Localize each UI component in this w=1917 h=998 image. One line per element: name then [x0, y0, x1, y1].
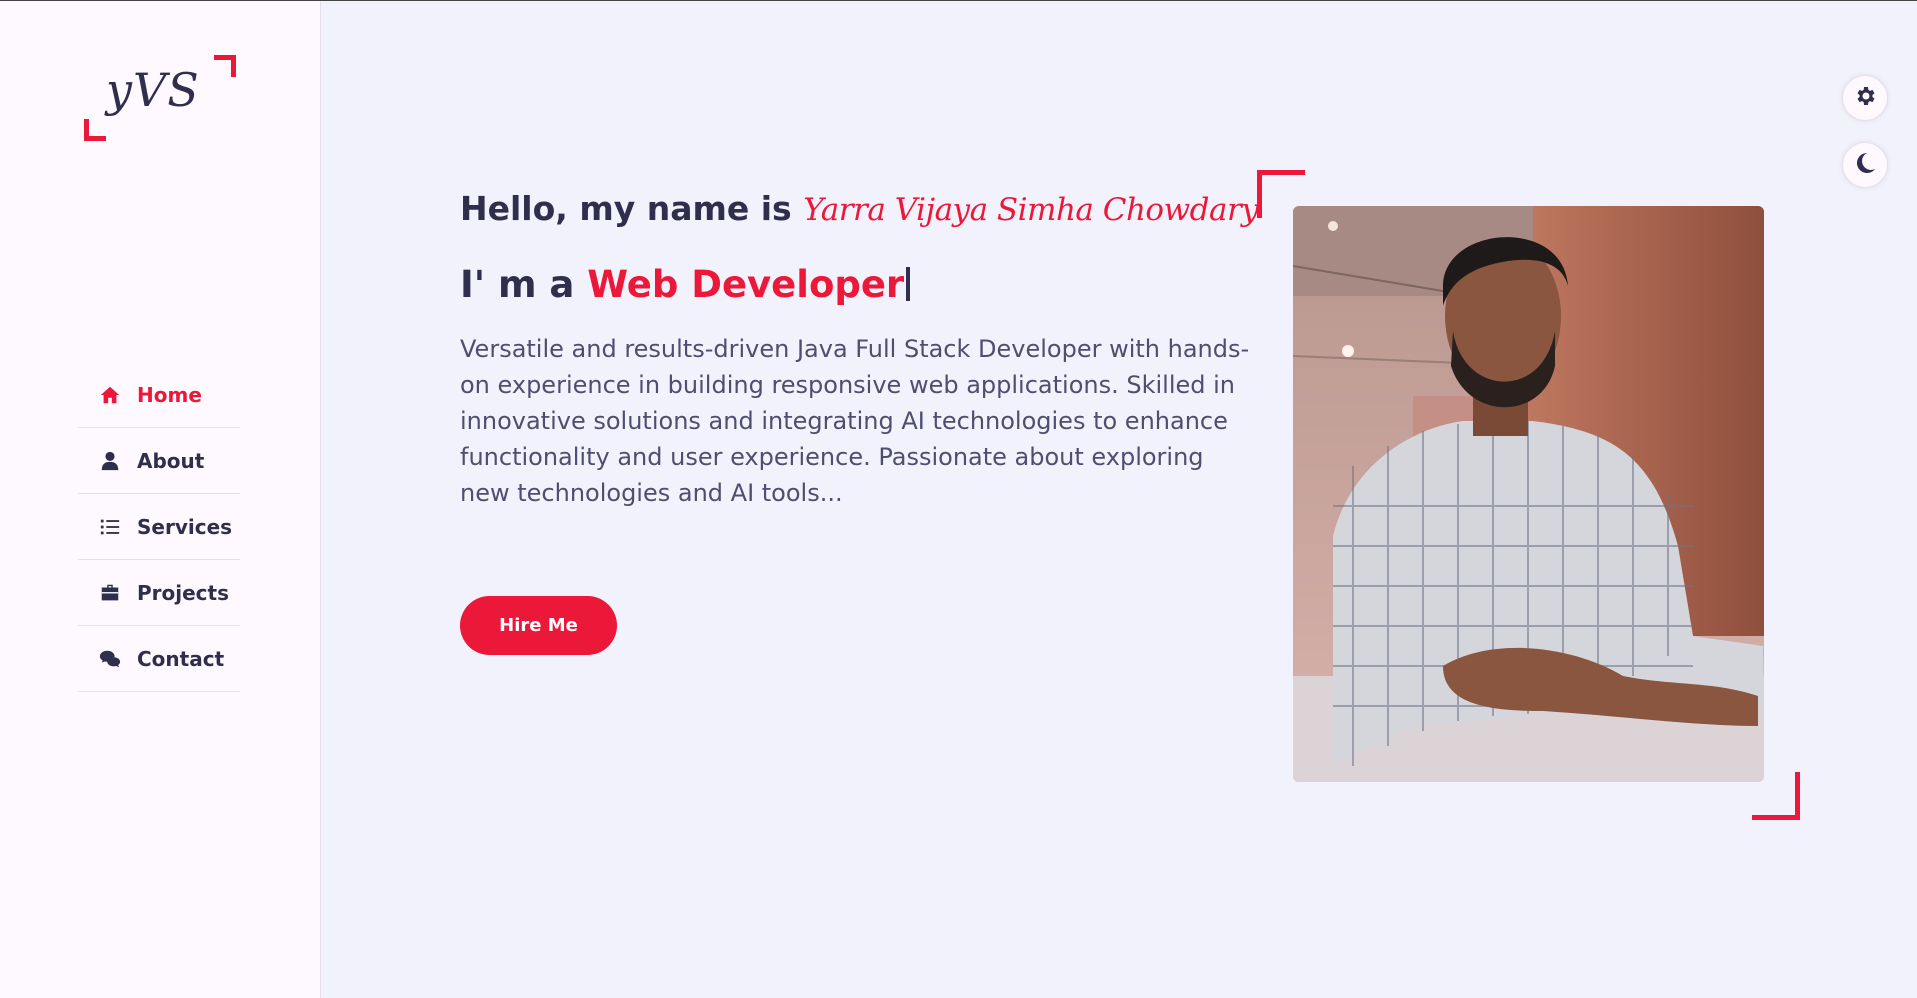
- typing-cursor: [906, 267, 911, 301]
- gear-icon: [1853, 84, 1877, 112]
- intro-description: Versatile and results-driven Java Full S…: [460, 335, 1250, 507]
- role-prefix: I' m a: [460, 263, 575, 306]
- briefcase-icon: [95, 582, 125, 604]
- user-icon: [95, 450, 125, 472]
- nav-item-label: About: [137, 448, 205, 473]
- role-heading: I' m a Web Developer: [460, 263, 911, 306]
- nav-item-contact[interactable]: Contact: [78, 626, 240, 692]
- hire-me-button[interactable]: Hire Me: [460, 596, 617, 655]
- nav-item-label: Home: [137, 382, 202, 407]
- main-nav: Home About Services Projects Contact: [78, 362, 240, 692]
- list-icon: [95, 516, 125, 538]
- profile-photo-frame: [1257, 170, 1800, 820]
- home-section: Hello, my name is Yarra Vijaya Simha Cho…: [321, 1, 1917, 998]
- comments-icon: [95, 648, 125, 670]
- sidebar: yVS Home About Services Projects Contact: [0, 1, 321, 998]
- theme-toggle-button[interactable]: [1842, 142, 1888, 188]
- moon-icon: [1853, 151, 1877, 179]
- greeting-heading: Hello, my name is Yarra Vijaya Simha Cho…: [460, 189, 1259, 228]
- profile-photo: [1293, 206, 1764, 782]
- role-typed-text: Web Developer: [587, 263, 905, 306]
- nav-item-home[interactable]: Home: [78, 362, 240, 428]
- greeting-prefix: Hello, my name is: [460, 189, 792, 228]
- logo-corner-bottom-left: [84, 119, 106, 141]
- nav-item-about[interactable]: About: [78, 428, 240, 494]
- settings-toggle-button[interactable]: [1842, 75, 1888, 121]
- nav-item-projects[interactable]: Projects: [78, 560, 240, 626]
- owner-name: Yarra Vijaya Simha Chowdary: [803, 192, 1259, 228]
- home-icon: [95, 384, 125, 406]
- nav-item-label: Projects: [137, 580, 230, 605]
- nav-item-label: Contact: [137, 646, 225, 671]
- nav-item-services[interactable]: Services: [78, 494, 240, 560]
- logo[interactable]: yVS: [84, 55, 236, 141]
- nav-item-label: Services: [137, 514, 233, 539]
- logo-text: yVS: [106, 63, 200, 117]
- logo-corner-top-right: [214, 55, 236, 77]
